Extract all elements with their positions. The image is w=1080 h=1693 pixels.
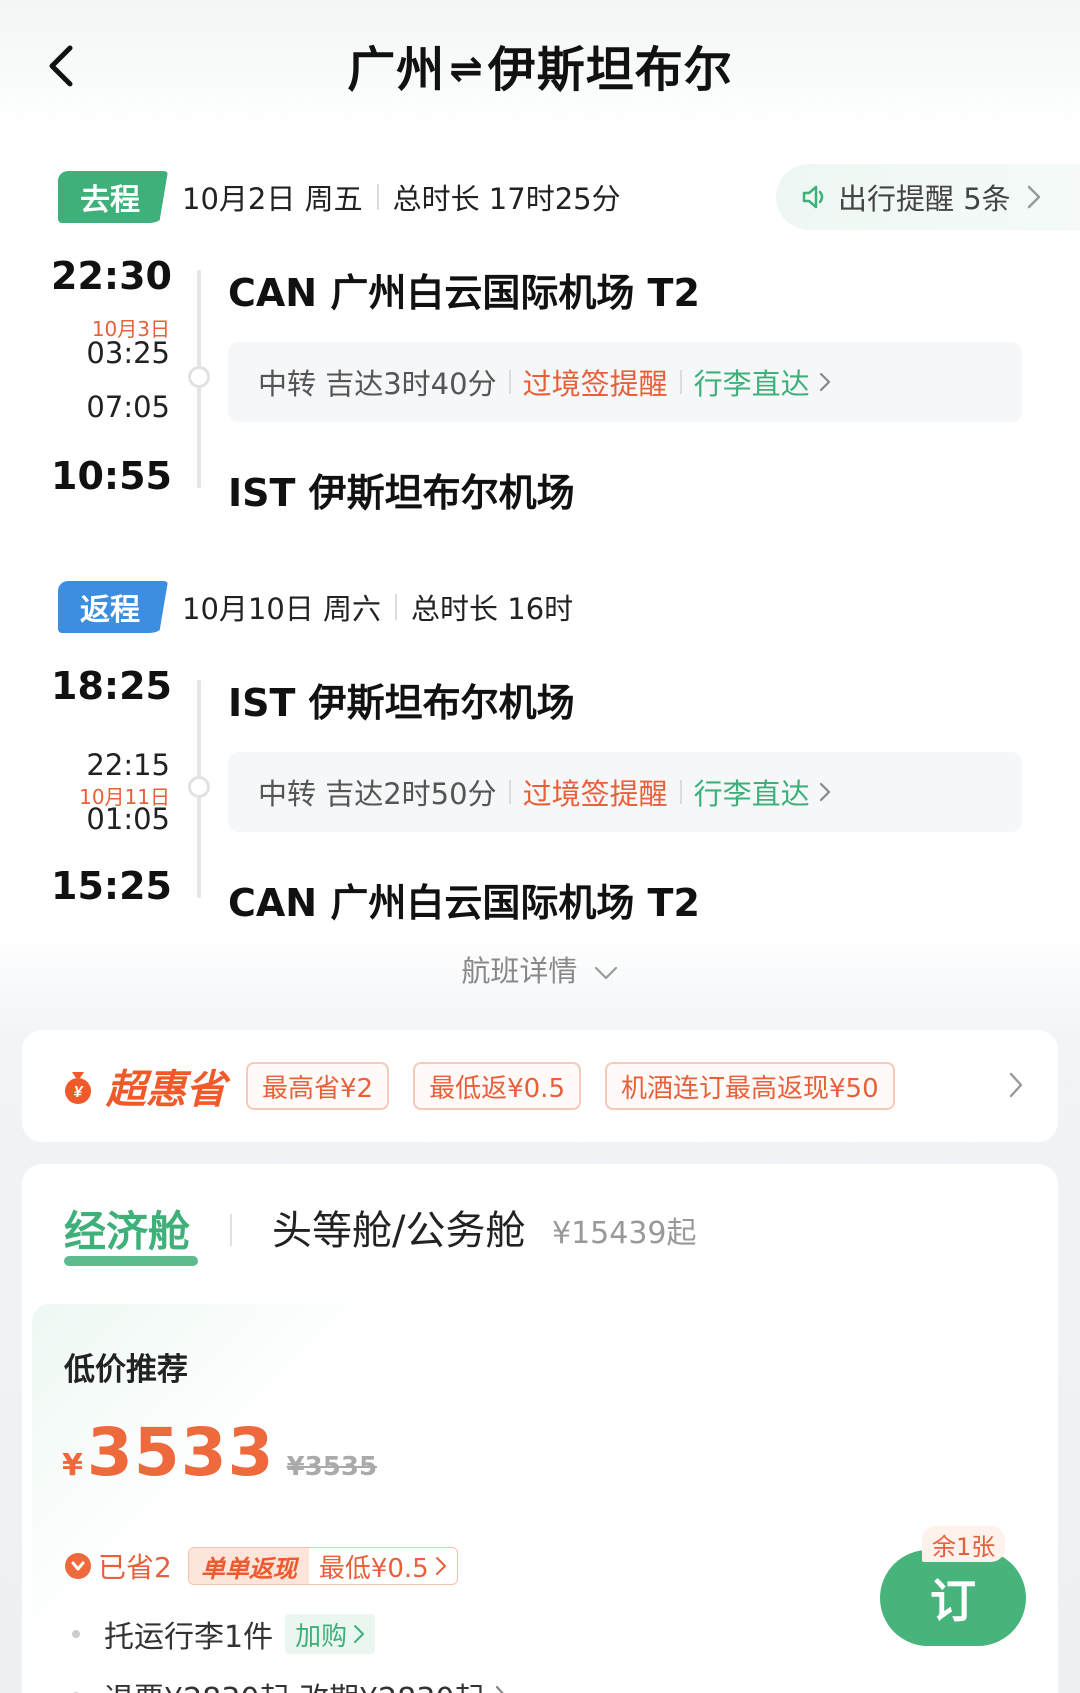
fare-option: 低价推荐 ¥ 3533 ¥3535 余1张 订 已省2 单单返现 最低¥0.5 xyxy=(32,1304,1048,1693)
outbound-duration: 总时长 17时25分 xyxy=(392,182,621,216)
divider xyxy=(376,184,379,210)
outbound-arrive-airport: IST 伊斯坦布尔机场 xyxy=(228,471,575,515)
baggage-through: 行李直达 xyxy=(693,367,810,401)
return-depart-airport: IST 伊斯坦布尔机场 xyxy=(228,681,575,725)
divider xyxy=(230,1214,232,1246)
transfer-text: 中转 吉达3时40分 xyxy=(258,367,497,401)
return-stop-depart-time: 01:05 xyxy=(86,802,170,836)
return-arrive-airport: CAN 广州白云国际机场 T2 xyxy=(228,881,700,925)
chevron-right-icon xyxy=(435,1557,446,1575)
saved-amount: 已省2 xyxy=(98,1551,172,1584)
promo-chip-hotel-bundle: 机酒连订最高返现¥50 xyxy=(605,1062,895,1110)
chevron-right-icon xyxy=(1009,1072,1023,1098)
speaker-icon xyxy=(802,185,824,209)
original-price: ¥3535 xyxy=(286,1452,378,1482)
return-stop-arrive-time: 22:15 xyxy=(86,748,170,782)
outbound-depart-airport: CAN 广州白云国际机场 T2 xyxy=(228,271,700,315)
promo-chip-max-save: 最高省¥2 xyxy=(246,1062,390,1110)
remaining-seats-badge: 余1张 xyxy=(922,1526,1006,1562)
flight-details-label: 航班详情 xyxy=(461,954,578,988)
title-origin: 广州 xyxy=(347,42,446,98)
money-bag-icon: ¥ xyxy=(65,1072,91,1104)
outbound-stop-depart-time: 07:05 xyxy=(86,390,170,424)
return-duration: 总时长 16时 xyxy=(411,592,574,626)
return-depart-time: 18:25 xyxy=(51,664,172,708)
flight-details-link[interactable]: 航班详情 xyxy=(0,948,1080,990)
return-arrive-time: 15:25 xyxy=(51,864,172,908)
book-button[interactable]: 订 xyxy=(880,1550,1026,1646)
chevron-right-icon xyxy=(1027,185,1040,209)
promo-chip-min-cashback: 最低返¥0.5 xyxy=(413,1062,581,1110)
promo-logo: ¥ 超惠省 xyxy=(58,1057,226,1115)
price-value: 3533 xyxy=(86,1414,275,1491)
divider xyxy=(679,370,682,394)
baggage-text: 托运行李1件 xyxy=(104,1620,274,1655)
bullet xyxy=(72,1630,80,1638)
tab-active-indicator xyxy=(64,1256,198,1266)
outbound-header: 去程 10月2日 周五 总时长 17时25分 xyxy=(58,170,621,224)
page-title: 广州 ⇌伊斯坦布尔 xyxy=(0,30,1080,100)
visa-reminder: 过境签提醒 xyxy=(522,777,668,811)
return-transfer-info[interactable]: 中转 吉达2时50分 过境签提醒 行李直达 xyxy=(228,752,1022,832)
chevron-right-icon xyxy=(354,1625,365,1643)
down-arrow-circle-icon xyxy=(65,1553,91,1579)
cabin-card: 经济舱 头等舱/公务舱 ¥15439起 低价推荐 ¥ 3533 ¥3535 余1… xyxy=(22,1164,1058,1693)
refund-policy-text: 退票¥2830起,改期¥2830起 xyxy=(104,1674,484,1693)
round-trip-arrow-icon: ⇌ xyxy=(449,46,484,92)
travel-reminder-button[interactable]: 出行提醒 5条 xyxy=(776,164,1080,230)
return-tag: 返程 xyxy=(58,581,168,633)
transfer-node xyxy=(188,366,210,388)
divider xyxy=(508,370,511,394)
outbound-tag: 去程 xyxy=(58,171,168,223)
promo-card[interactable]: ¥ 超惠省 最高省¥2 最低返¥0.5 机酒连订最高返现¥50 xyxy=(22,1030,1058,1142)
return-header: 返程 10月10日 周六 总时长 16时 xyxy=(58,580,573,634)
baggage-policy: 托运行李1件 加购 xyxy=(72,1612,376,1656)
visa-reminder: 过境签提醒 xyxy=(522,367,668,401)
tab-first-business[interactable]: 头等舱/公务舱 xyxy=(272,1198,525,1256)
divider xyxy=(508,780,511,804)
chevron-right-icon xyxy=(819,782,830,802)
return-date: 10月10日 周六 xyxy=(182,592,382,626)
title-destination: 伊斯坦布尔 xyxy=(487,42,733,98)
chevron-right-icon xyxy=(819,372,830,392)
refund-change-policy[interactable]: 退票¥2830起,改期¥2830起 xyxy=(72,1674,508,1693)
divider xyxy=(395,594,398,620)
transfer-node xyxy=(188,776,210,798)
cabin-tabs: 经济舱 头等舱/公务舱 ¥15439起 xyxy=(22,1164,1058,1284)
outbound-arrive-time: 10:55 xyxy=(51,454,172,498)
baggage-addon-label: 加购 xyxy=(295,1621,348,1652)
reminder-text: 出行提醒 5条 xyxy=(838,182,1011,216)
tab-first-business-price: ¥15439起 xyxy=(552,1216,697,1251)
chevron-right-icon xyxy=(496,1685,505,1693)
fare-label: 低价推荐 xyxy=(64,1352,188,1388)
cashback-tag: 单单返现 xyxy=(188,1548,309,1584)
cashback-chip[interactable]: 单单返现 最低¥0.5 xyxy=(187,1547,458,1585)
price-currency: ¥ xyxy=(62,1448,83,1483)
promo-logo-text: 超惠省 xyxy=(106,1067,226,1113)
divider xyxy=(679,780,682,804)
outbound-date: 10月2日 周五 xyxy=(182,182,363,216)
savings-row: 已省2 单单返现 最低¥0.5 xyxy=(64,1546,458,1586)
transfer-text: 中转 吉达2时50分 xyxy=(258,777,497,811)
header: 广州 ⇌伊斯坦布尔 xyxy=(0,0,1080,130)
price-row: ¥ 3533 ¥3535 xyxy=(62,1414,377,1491)
outbound-depart-time: 22:30 xyxy=(51,254,172,298)
baggage-through: 行李直达 xyxy=(693,777,810,811)
chevron-down-icon xyxy=(594,966,617,980)
outbound-stop-arrive-time: 03:25 xyxy=(86,336,170,370)
outbound-transfer-info[interactable]: 中转 吉达3时40分 过境签提醒 行李直达 xyxy=(228,342,1022,422)
tab-economy[interactable]: 经济舱 xyxy=(64,1198,190,1259)
cashback-value: 最低¥0.5 xyxy=(318,1553,429,1584)
baggage-addon-button[interactable]: 加购 xyxy=(285,1614,376,1654)
